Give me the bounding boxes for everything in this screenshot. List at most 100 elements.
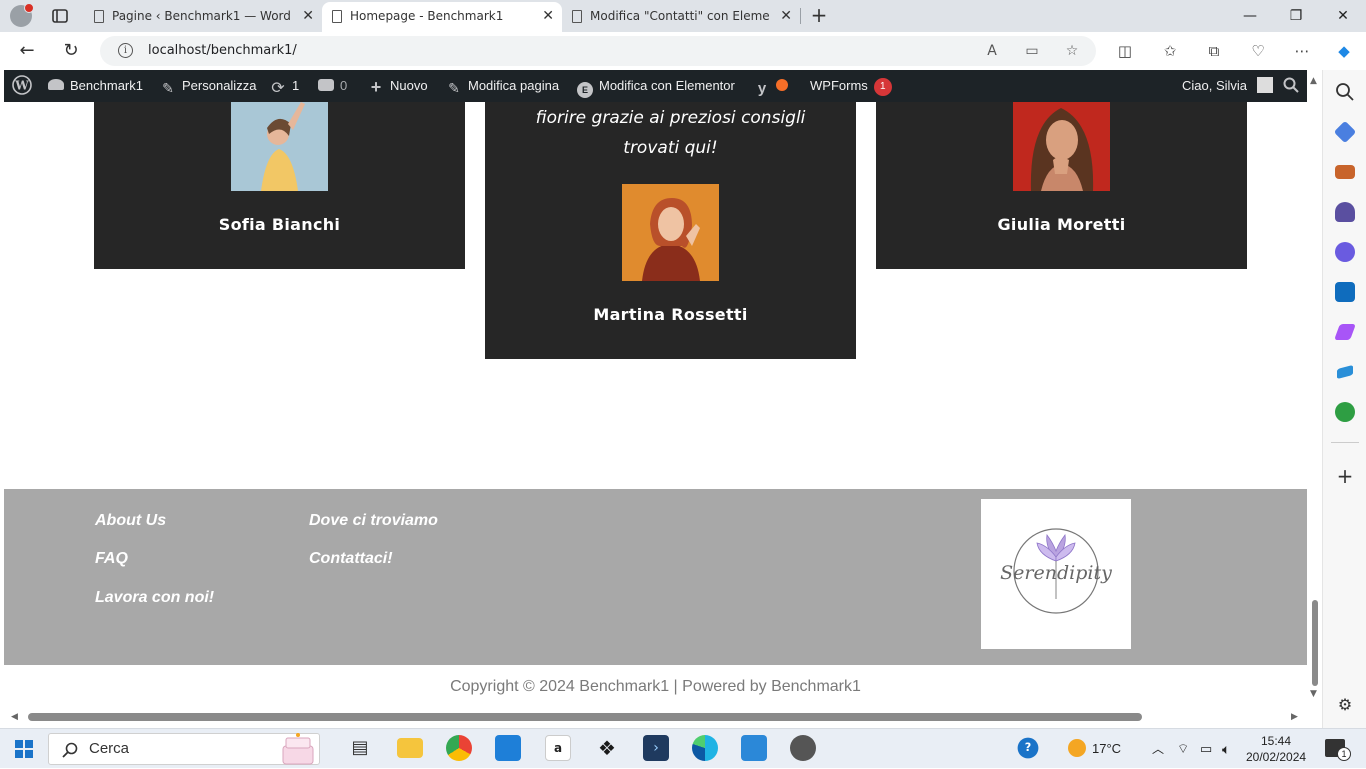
- edit-with-elementor-link[interactable]: E Modifica con Elementor: [577, 70, 735, 102]
- profile-avatar-icon[interactable]: [10, 3, 34, 27]
- clock-time: 15:44: [1260, 734, 1292, 748]
- close-tab-icon[interactable]: ✕: [780, 2, 792, 30]
- close-window-button[interactable]: ✕: [1320, 2, 1366, 30]
- show-hidden-icons-icon[interactable]: ︿: [1152, 729, 1164, 769]
- wpforms-badge: 1: [873, 78, 892, 96]
- wpforms-menu[interactable]: WPForms 1: [810, 70, 892, 102]
- wp-logo-icon[interactable]: W: [12, 70, 38, 102]
- add-sidebar-app-icon[interactable]: +: [1335, 466, 1355, 486]
- minimize-button[interactable]: —: [1227, 2, 1273, 30]
- footer-link-faq[interactable]: FAQ: [95, 550, 128, 568]
- comments-menu[interactable]: 0: [318, 70, 347, 102]
- taskbar-clock[interactable]: 15:44 20/02/2024: [1246, 733, 1306, 765]
- wp-admin-bar: W Benchmark1 ✎ Personalizza ⟳ 1 0 + Nuovo ✎…: [4, 70, 1307, 102]
- restore-button[interactable]: ❐: [1273, 2, 1319, 30]
- site-logo[interactable]: Serendipity: [981, 499, 1131, 649]
- yoast-seo-menu[interactable]: y: [754, 70, 788, 102]
- browser-essentials-icon[interactable]: ♡: [1247, 40, 1269, 62]
- mail-icon[interactable]: [741, 735, 767, 761]
- scroll-left-arrow-icon[interactable]: ◀: [11, 712, 18, 722]
- birthday-cake-icon: [282, 733, 314, 765]
- chrome-icon[interactable]: [446, 735, 472, 761]
- send-icon[interactable]: [1337, 364, 1353, 380]
- my-account-menu[interactable]: Ciao, Silvia: [1182, 70, 1273, 102]
- tree-icon[interactable]: [1335, 402, 1355, 422]
- search-placeholder: Cerca: [89, 740, 130, 757]
- footer-link-lavora-con-noi[interactable]: Lavora con noi!: [95, 589, 214, 607]
- shopping-tag-icon[interactable]: [1333, 120, 1357, 144]
- sidebar-settings-gear-icon[interactable]: ⚙: [1335, 695, 1355, 715]
- microsoft-store-icon[interactable]: [495, 735, 521, 761]
- edge-sidebar: + ⚙: [1322, 70, 1366, 728]
- tab-modifica-contatti[interactable]: Modifica "Contatti" con Elementor ✕: [562, 2, 800, 32]
- help-icon[interactable]: ?: [1017, 737, 1039, 759]
- footer-link-dove-ci-troviamo[interactable]: Dove ci troviamo: [309, 512, 438, 530]
- back-button[interactable]: ←: [15, 39, 39, 63]
- seo-status-dot-icon: [776, 79, 788, 91]
- weather-widget[interactable]: 17°C: [1068, 729, 1121, 769]
- customize-menu[interactable]: ✎ Personalizza: [160, 70, 256, 102]
- task-view-icon[interactable]: ▤: [347, 735, 373, 761]
- amazon-icon[interactable]: a: [545, 735, 571, 761]
- network-icon[interactable]: ⌔: [1177, 729, 1189, 769]
- more-menu-icon[interactable]: ⋯: [1291, 40, 1313, 62]
- scroll-right-arrow-icon[interactable]: ▶: [1291, 712, 1298, 722]
- powershell-icon[interactable]: ›: [643, 735, 669, 761]
- testimonial-card: Sofia Bianchi: [94, 102, 465, 269]
- plus-icon: +: [370, 77, 382, 97]
- address-bar[interactable]: i localhost/benchmark1/ A ▭ ☆: [100, 36, 1096, 66]
- file-explorer-icon[interactable]: [397, 738, 423, 758]
- site-name-label: Benchmark1: [70, 78, 143, 93]
- favorites-icon[interactable]: ✩: [1159, 40, 1181, 62]
- sidebar-search-icon[interactable]: [1335, 82, 1355, 102]
- horizontal-scrollbar[interactable]: ◀ ▶: [4, 710, 1307, 728]
- tab-pagine[interactable]: Pagine ‹ Benchmark1 — WordPress ✕: [84, 2, 322, 32]
- copilot-icon[interactable]: ◆: [1333, 40, 1355, 62]
- pencil-icon: ✎: [448, 80, 460, 96]
- tools-icon[interactable]: [1335, 165, 1355, 179]
- customize-label: Personalizza: [182, 78, 257, 93]
- edge-icon[interactable]: [692, 735, 718, 761]
- outlook-icon[interactable]: [1335, 282, 1355, 302]
- tab-actions-icon[interactable]: [50, 6, 70, 26]
- new-content-menu[interactable]: + Nuovo: [368, 70, 428, 102]
- windows-start-icon[interactable]: [15, 740, 33, 758]
- site-info-icon[interactable]: i: [118, 43, 133, 58]
- dropbox-icon[interactable]: ❖: [594, 735, 620, 761]
- updates-menu[interactable]: ⟳ 1: [270, 70, 299, 102]
- scroll-up-arrow-icon[interactable]: ▲: [1310, 76, 1317, 86]
- vertical-scroll-thumb[interactable]: [1312, 600, 1318, 686]
- tab-homepage[interactable]: Homepage - Benchmark1 ✕: [322, 2, 562, 32]
- battery-icon[interactable]: ▭: [1200, 729, 1212, 769]
- collections-icon[interactable]: ⧉: [1203, 40, 1225, 62]
- vertical-scrollbar[interactable]: ▲ ▼: [1307, 70, 1322, 710]
- greeting-label: Ciao, Silvia: [1182, 78, 1248, 93]
- new-tab-button[interactable]: +: [808, 4, 830, 26]
- footer-link-about-us[interactable]: About Us: [95, 512, 166, 530]
- app-available-icon[interactable]: ▭: [1023, 42, 1041, 60]
- url-text[interactable]: localhost/benchmark1/: [148, 36, 297, 66]
- split-screen-icon[interactable]: ◫: [1114, 40, 1136, 62]
- horizontal-scroll-thumb[interactable]: [28, 713, 1142, 721]
- tab-divider: [800, 8, 801, 24]
- testimonial-photo: [622, 184, 719, 281]
- taskbar-search-box[interactable]: Cerca: [48, 733, 320, 765]
- comments-count: 0: [340, 78, 348, 93]
- volume-icon[interactable]: 🔈︎: [1222, 729, 1230, 769]
- microsoft-365-icon[interactable]: [1335, 242, 1355, 262]
- testimonial-card: Giulia Moretti: [876, 102, 1247, 269]
- notifications-icon[interactable]: 1: [1325, 739, 1351, 761]
- edit-page-link[interactable]: ✎ Modifica pagina: [446, 70, 559, 102]
- designer-icon[interactable]: [1334, 324, 1356, 340]
- close-tab-icon[interactable]: ✕: [542, 2, 554, 30]
- refresh-button[interactable]: ↻: [59, 39, 83, 63]
- github-icon[interactable]: [790, 735, 816, 761]
- site-name-menu[interactable]: Benchmark1: [48, 70, 143, 102]
- scroll-down-arrow-icon[interactable]: ▼: [1310, 689, 1317, 699]
- admin-search-icon[interactable]: [1283, 70, 1305, 102]
- footer-link-contattaci[interactable]: Contattaci!: [309, 550, 393, 568]
- games-icon[interactable]: [1335, 202, 1355, 222]
- close-tab-icon[interactable]: ✕: [302, 2, 314, 30]
- favorite-star-icon[interactable]: ☆: [1063, 42, 1081, 60]
- read-aloud-icon[interactable]: A: [983, 42, 1001, 60]
